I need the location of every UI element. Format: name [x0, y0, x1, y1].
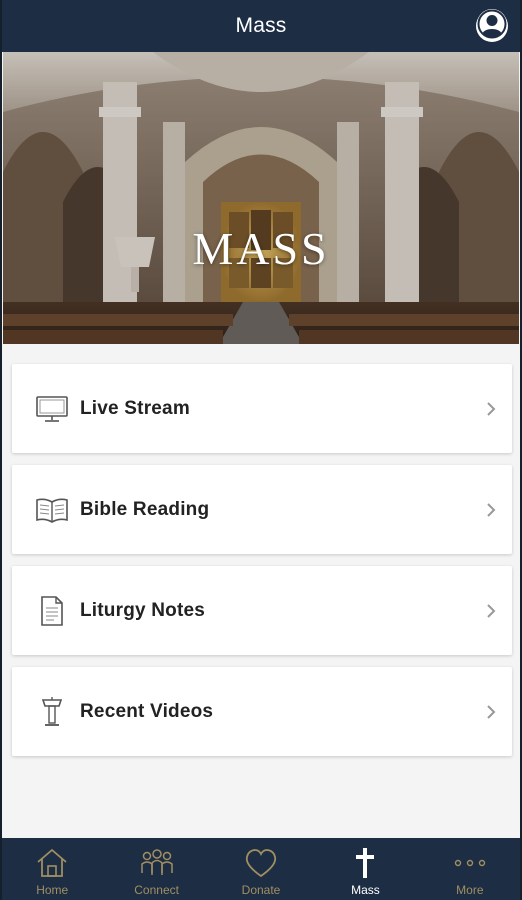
people-icon	[139, 846, 175, 880]
mass-menu-list: Live Stream Bible Reading Liturgy Notes …	[12, 364, 512, 768]
page-title: Mass	[235, 14, 287, 37]
tab-label: More	[456, 883, 484, 897]
tab-home[interactable]: Home	[0, 838, 104, 900]
church-interior-image	[3, 52, 519, 344]
item-label: Live Stream	[80, 397, 190, 419]
lectern-icon	[32, 696, 72, 728]
tab-more[interactable]: More	[418, 838, 522, 900]
top-header: Mass	[0, 0, 522, 52]
cross-icon	[353, 846, 377, 880]
tab-label: Connect	[134, 883, 179, 897]
chevron-right-icon	[487, 401, 496, 416]
more-dots-icon	[453, 846, 487, 880]
tab-label: Mass	[351, 883, 380, 897]
document-icon	[32, 595, 72, 627]
monitor-icon	[32, 393, 72, 425]
item-label: Bible Reading	[80, 498, 210, 520]
hero-title: MASS	[192, 223, 330, 274]
profile-button[interactable]	[476, 8, 508, 45]
hero-banner: MASS	[3, 52, 519, 344]
tab-mass[interactable]: Mass	[313, 838, 417, 900]
open-book-icon	[32, 494, 72, 526]
chevron-right-icon	[487, 704, 496, 719]
chevron-right-icon	[487, 603, 496, 618]
live-stream-item[interactable]: Live Stream	[12, 364, 512, 453]
home-icon	[35, 846, 69, 880]
user-icon	[476, 8, 508, 45]
liturgy-notes-item[interactable]: Liturgy Notes	[12, 566, 512, 655]
item-label: Recent Videos	[80, 700, 214, 722]
item-label: Liturgy Notes	[80, 599, 206, 621]
recent-videos-item[interactable]: Recent Videos	[12, 667, 512, 756]
chevron-right-icon	[487, 502, 496, 517]
tab-label: Donate	[241, 883, 281, 897]
tab-donate[interactable]: Donate	[209, 838, 313, 900]
bottom-tab-bar: Home Connect Donate Mass More	[0, 838, 522, 900]
bible-reading-item[interactable]: Bible Reading	[12, 465, 512, 554]
tab-connect[interactable]: Connect	[104, 838, 208, 900]
heart-icon	[244, 846, 278, 880]
tab-label: Home	[36, 883, 69, 897]
